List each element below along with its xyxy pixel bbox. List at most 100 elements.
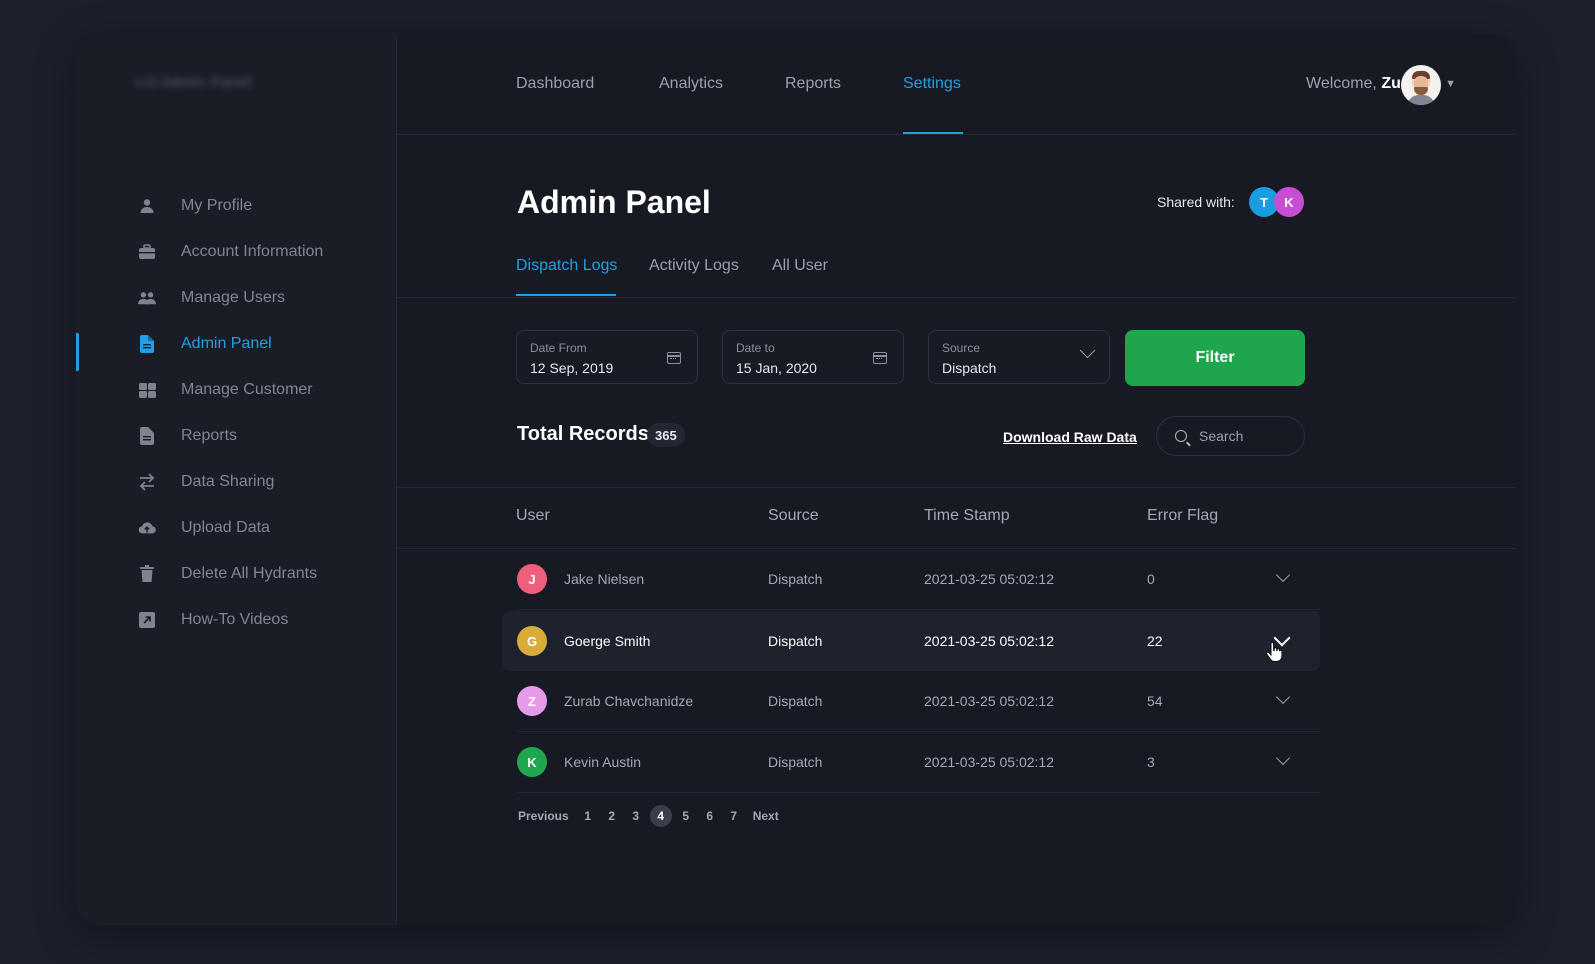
avatar: G: [517, 626, 547, 656]
source-cell: Dispatch: [768, 693, 823, 709]
sidebar-item-data-sharing[interactable]: Data Sharing: [138, 470, 274, 494]
user-name-cell: Jake Nielsen: [564, 571, 645, 587]
row-divider: [517, 792, 1320, 793]
pagination-page-7[interactable]: 7: [729, 809, 739, 823]
calendar-icon: [667, 352, 681, 364]
user-name-cell: Goerge Smith: [564, 633, 651, 649]
sidebar-item-label: Delete All Hydrants: [181, 565, 318, 582]
timestamp-cell: 2021-03-25 05:02:12: [924, 754, 1054, 770]
row-divider: [517, 609, 1320, 610]
sidebar-item-account-information[interactable]: Account Information: [138, 240, 323, 264]
topbar-divider: [397, 134, 1516, 135]
expand-chevron-icon[interactable]: [1275, 750, 1291, 766]
chevron-down-icon[interactable]: ▼: [1445, 78, 1456, 90]
grid-icon: [138, 381, 156, 399]
column-header-source[interactable]: Source: [768, 507, 819, 525]
timestamp-cell: 2021-03-25 05:02:12: [924, 633, 1054, 649]
source-value: Dispatch: [942, 360, 997, 376]
search-input[interactable]: [1197, 427, 1291, 445]
table-row[interactable]: G Goerge Smith Dispatch 2021-03-25 05:02…: [502, 611, 1320, 671]
tab-activity-logs[interactable]: Activity Logs: [649, 257, 739, 275]
sidebar-item-delete-all-hydrants[interactable]: Delete All Hydrants: [138, 562, 317, 586]
document-icon: [138, 335, 156, 353]
shared-with-label: Shared with:: [1157, 194, 1235, 210]
user-name-cell: Zurab Chavchanidze: [564, 693, 694, 709]
date-from-label: Date From: [530, 341, 587, 355]
main-content: Dashboard Analytics Reports Settings Wel…: [397, 35, 1516, 925]
pagination-page-4[interactable]: 4: [649, 805, 672, 827]
expand-chevron-icon[interactable]: [1275, 689, 1291, 705]
shared-avatar-k[interactable]: K: [1274, 187, 1304, 217]
sidebar-item-label: Reports: [181, 427, 238, 444]
table-row[interactable]: K Kevin Austin Dispatch 2021-03-25 05:02…: [502, 732, 1320, 792]
app-window: LO Admin Panel My Profile Account Inform…: [76, 35, 1516, 925]
pagination-page-5[interactable]: 5: [681, 809, 691, 823]
pagination-page-3[interactable]: 3: [631, 809, 641, 823]
search-box[interactable]: [1156, 416, 1305, 456]
timestamp-cell: 2021-03-25 05:02:12: [924, 571, 1054, 587]
sidebar-item-label: Account Information: [181, 243, 324, 260]
cloud-upload-icon: [138, 519, 156, 537]
avatar: K: [517, 747, 547, 777]
error-flag-cell: 0: [1147, 571, 1155, 587]
total-records-count: 365: [647, 423, 685, 447]
nav-settings[interactable]: Settings: [903, 75, 961, 93]
pagination-next[interactable]: Next: [753, 809, 779, 823]
nav-analytics[interactable]: Analytics: [659, 75, 723, 93]
trash-icon: [138, 565, 156, 583]
pagination-page-1[interactable]: 1: [583, 809, 593, 823]
swap-arrows-icon: [138, 473, 156, 491]
search-icon: [1175, 430, 1187, 442]
sidebar-item-admin-panel[interactable]: Admin Panel: [138, 332, 272, 356]
sidebar-item-upload-data[interactable]: Upload Data: [138, 516, 270, 540]
sidebar: LO Admin Panel My Profile Account Inform…: [76, 35, 397, 925]
error-flag-cell: 54: [1147, 693, 1163, 709]
date-from-value: 12 Sep, 2019: [530, 360, 614, 376]
error-flag-cell: 22: [1147, 633, 1163, 649]
total-records-title: Total Records: [517, 423, 649, 445]
table-row[interactable]: Z Zurab Chavchanidze Dispatch 2021-03-25…: [502, 671, 1320, 731]
sidebar-item-label: How-To Videos: [181, 611, 289, 628]
download-raw-data-link[interactable]: Download Raw Data: [1003, 429, 1137, 445]
sidebar-active-indicator: [76, 333, 79, 371]
user-name-cell: Kevin Austin: [564, 754, 642, 770]
error-flag-cell: 3: [1147, 754, 1155, 770]
tab-dispatch-logs[interactable]: Dispatch Logs: [516, 257, 617, 275]
page-title: Admin Panel: [517, 184, 711, 220]
nav-reports[interactable]: Reports: [785, 75, 841, 93]
date-to-field[interactable]: Date to 15 Jan, 2020: [722, 330, 904, 384]
nav-dashboard[interactable]: Dashboard: [516, 75, 594, 93]
column-header-time-stamp[interactable]: Time Stamp: [924, 507, 1010, 525]
sidebar-item-my-profile[interactable]: My Profile: [138, 194, 252, 218]
sidebar-item-label: Data Sharing: [181, 473, 275, 490]
tab-active-underline: [516, 294, 616, 296]
filter-button[interactable]: Filter: [1125, 330, 1305, 386]
tab-all-user[interactable]: All User: [772, 257, 828, 275]
column-header-user[interactable]: User: [516, 507, 550, 525]
sidebar-item-manage-customer[interactable]: Manage Customer: [138, 378, 313, 402]
column-header-error-flag[interactable]: Error Flag: [1147, 507, 1218, 525]
welcome-message: Welcome, Zura: [1306, 75, 1416, 93]
source-select[interactable]: Source Dispatch: [928, 330, 1110, 384]
pagination: Previous 1 2 3 4 5 6 7 Next: [518, 805, 793, 827]
table-top-divider: [397, 487, 1516, 488]
pagination-previous[interactable]: Previous: [518, 809, 569, 823]
pagination-page-2[interactable]: 2: [607, 809, 617, 823]
source-label: Source: [942, 341, 981, 355]
sidebar-item-label: My Profile: [181, 197, 253, 214]
date-to-value: 15 Jan, 2020: [736, 360, 817, 376]
date-from-field[interactable]: Date From 12 Sep, 2019: [516, 330, 698, 384]
sidebar-item-how-to-videos[interactable]: How-To Videos: [138, 608, 288, 632]
source-cell: Dispatch: [768, 633, 823, 649]
user-icon: [138, 197, 156, 215]
expand-chevron-icon[interactable]: [1275, 567, 1291, 583]
sidebar-item-label: Manage Users: [181, 289, 286, 306]
tabs-divider: [397, 297, 1516, 298]
pagination-page-6[interactable]: 6: [705, 809, 715, 823]
sidebar-item-manage-users[interactable]: Manage Users: [138, 286, 285, 310]
table-row[interactable]: J Jake Nielsen Dispatch 2021-03-25 05:02…: [502, 549, 1320, 609]
sidebar-item-reports[interactable]: Reports: [138, 424, 237, 448]
user-avatar[interactable]: [1401, 65, 1441, 105]
calendar-icon: [873, 352, 887, 364]
source-cell: Dispatch: [768, 754, 823, 770]
